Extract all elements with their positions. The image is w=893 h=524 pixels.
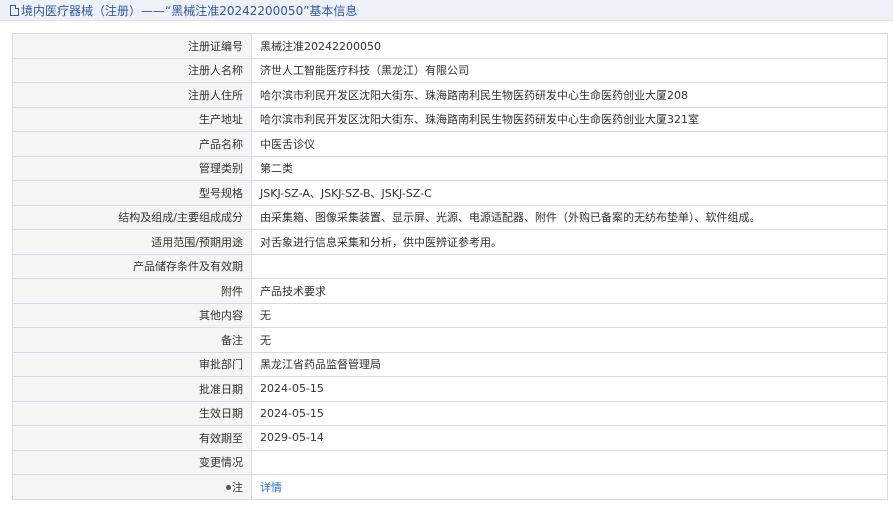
row-value: JSKJ-SZ-A、JSKJ-SZ-B、JSKJ-SZ-C bbox=[251, 180, 888, 206]
row-label: 适用范围/预期用途 bbox=[12, 229, 252, 255]
row-value: 无 bbox=[251, 327, 888, 353]
table-row: 审批部门 黑龙江省药品监督管理局 bbox=[12, 351, 888, 377]
table-row: 有效期至 2029-05-14 bbox=[12, 425, 888, 451]
row-value: 由采集箱、图像采集装置、显示屏、光源、电源适配器、附件（外购已备案的无纺布垫单）… bbox=[251, 204, 888, 230]
table-row: 变更情况 bbox=[12, 449, 888, 475]
table-row: 批准日期 2024-05-15 bbox=[12, 376, 888, 402]
page-title: 境内医疗器械（注册）——“黑械注准20242200050”基本信息 bbox=[21, 3, 358, 18]
row-label: 有效期至 bbox=[12, 425, 252, 451]
table-row: 生效日期 2024-05-15 bbox=[12, 400, 888, 426]
info-table: 注册证编号 黑械注准20242200050 注册人名称 济世人工智能医疗科技（黑龙江… bbox=[12, 33, 888, 500]
note-row: 注 详情 bbox=[12, 474, 888, 500]
table-row: 附件 产品技术要求 bbox=[12, 278, 888, 304]
row-value: 2024-05-15 bbox=[251, 376, 888, 402]
row-value: 黑械注准20242200050 bbox=[251, 33, 888, 59]
document-icon bbox=[10, 4, 19, 16]
table-row: 备注无 bbox=[12, 327, 888, 353]
row-value: 无 bbox=[251, 302, 888, 328]
table-row: 管理类别 第二类 bbox=[12, 155, 888, 181]
table-row: 结构及组成/主要组成成分 由采集箱、图像采集装置、显示屏、光源、电源适配器、附件（… bbox=[12, 204, 888, 230]
row-label: 审批部门 bbox=[12, 351, 252, 377]
row-value bbox=[251, 449, 888, 475]
row-label: 注册人名称 bbox=[12, 57, 252, 83]
table-row: 注册人住所 哈尔滨市利民开发区沈阳大街东、珠海路南利民生物医药研发中心生命医药创业… bbox=[12, 82, 888, 108]
row-value: 哈尔滨市利民开发区沈阳大街东、珠海路南利民生物医药研发中心生命医药创业大厦321… bbox=[251, 106, 888, 132]
row-value: 2029-05-14 bbox=[251, 425, 888, 451]
row-label: 产品储存条件及有效期 bbox=[12, 253, 252, 279]
table-row: 注册证编号 黑械注准20242200050 bbox=[12, 33, 888, 59]
row-label: 管理类别 bbox=[12, 155, 252, 181]
row-value: 哈尔滨市利民开发区沈阳大街东、珠海路南利民生物医药研发中心生命医药创业大厦208 bbox=[251, 82, 888, 108]
table-row: 其他内容无 bbox=[12, 302, 888, 328]
table-row: 产品名称 中医舌诊仪 bbox=[12, 131, 888, 157]
row-value: 产品技术要求 bbox=[251, 278, 888, 304]
row-label: 附件 bbox=[12, 278, 252, 304]
row-value: 第二类 bbox=[251, 155, 888, 181]
row-label: 注册人住所 bbox=[12, 82, 252, 108]
table-row: 产品储存条件及有效期 bbox=[12, 253, 888, 279]
bullet-icon bbox=[226, 485, 231, 491]
table-row: 生产地址 哈尔滨市利民开发区沈阳大街东、珠海路南利民生物医药研发中心生命医药创业大… bbox=[12, 106, 888, 132]
details-link[interactable]: 详情 bbox=[260, 481, 282, 494]
row-value bbox=[251, 253, 888, 279]
note-label: 注 bbox=[232, 480, 243, 494]
row-value: 对舌象进行信息采集和分析，供中医辨证参考用。 bbox=[251, 229, 888, 255]
row-value: 中医舌诊仪 bbox=[251, 131, 888, 157]
note-label-cell: 注 bbox=[12, 474, 252, 500]
row-label: 变更情况 bbox=[12, 449, 252, 475]
row-label: 备注 bbox=[12, 327, 252, 353]
row-label: 产品名称 bbox=[12, 131, 252, 157]
row-label: 生效日期 bbox=[12, 400, 252, 426]
row-label: 型号规格 bbox=[12, 180, 252, 206]
table-row: 适用范围/预期用途 对舌象进行信息采集和分析，供中医辨证参考用。 bbox=[12, 229, 888, 255]
table-row: 型号规格 JSKJ-SZ-A、JSKJ-SZ-B、JSKJ-SZ-C bbox=[12, 180, 888, 206]
row-label: 批准日期 bbox=[12, 376, 252, 402]
row-label: 注册证编号 bbox=[12, 33, 252, 59]
row-label: 生产地址 bbox=[12, 106, 252, 132]
note-value-cell: 详情 bbox=[251, 474, 888, 500]
row-value: 2024-05-15 bbox=[251, 400, 888, 426]
table-row: 注册人名称 济世人工智能医疗科技（黑龙江）有限公司 bbox=[12, 57, 888, 83]
page-header: 境内医疗器械（注册）——“黑械注准20242200050”基本信息 bbox=[0, 0, 893, 21]
row-value: 黑龙江省药品监督管理局 bbox=[251, 351, 888, 377]
row-label: 结构及组成/主要组成成分 bbox=[12, 204, 252, 230]
row-label: 其他内容 bbox=[12, 302, 252, 328]
row-value: 济世人工智能医疗科技（黑龙江）有限公司 bbox=[251, 57, 888, 83]
